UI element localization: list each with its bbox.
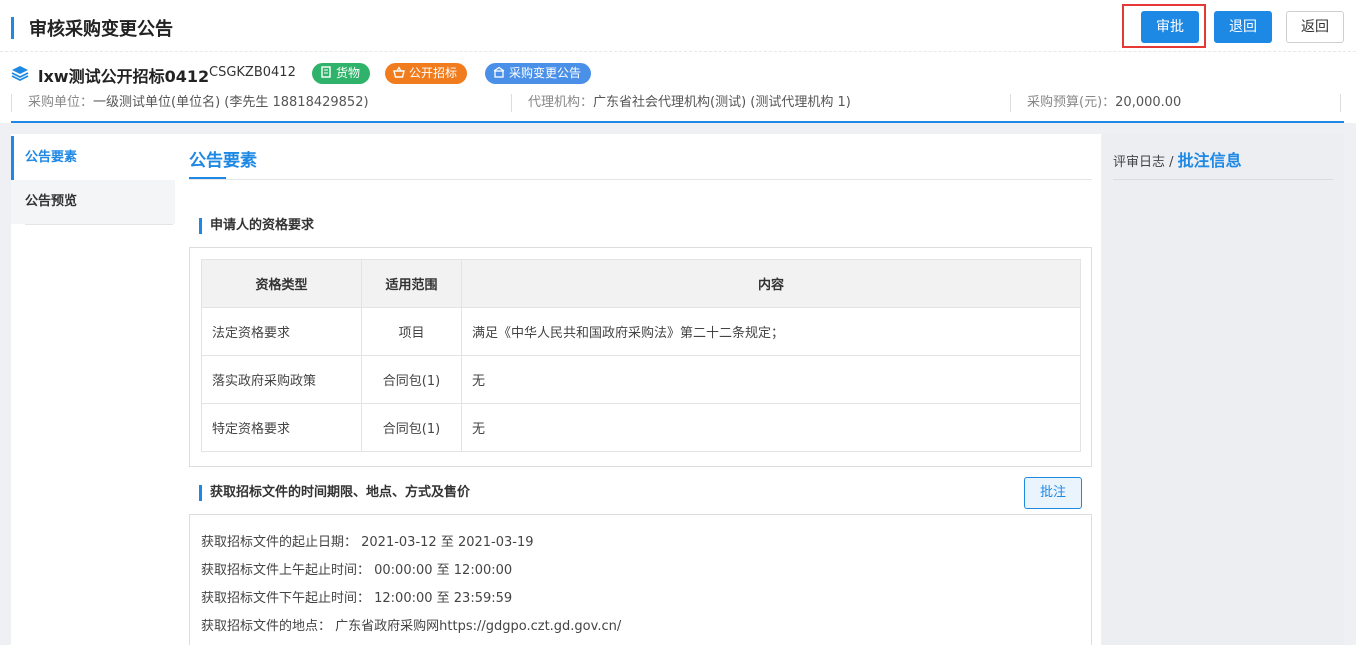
main-panel: 公告要素 申请人的资格要求 资格类型 适用范围 内容 法定资格要求 项目 满足《… [175, 134, 1101, 645]
budget-info: 采购预算(元)：20,000.00 [1010, 94, 1181, 112]
qualification-heading: 申请人的资格要求 [199, 218, 314, 234]
doc-morning-time: 获取招标文件上午起止时间： 00:00:00 至 12:00:00 [201, 563, 513, 578]
page-title: 审核采购变更公告 [29, 19, 173, 40]
annotate-button[interactable]: 批注 [1024, 477, 1082, 509]
right-panel: 评审日志 / 批注信息 [1102, 134, 1344, 645]
nav-item-elements[interactable]: 公告要素 [11, 136, 175, 180]
budget-value: 20,000.00 [1115, 95, 1182, 110]
table-row: 法定资格要求 项目 满足《中华人民共和国政府采购法》第二十二条规定； [201, 307, 1081, 356]
document-icon [321, 66, 331, 78]
doc-location: 获取招标文件的地点： 广东省政府采购网https://gdgpo.czt.gd.… [201, 619, 622, 634]
budget-label: 采购预算(元)： [1027, 95, 1116, 110]
nav-item-preview[interactable]: 公告预览 [11, 180, 175, 224]
tag-notice-type: 采购变更公告 [485, 63, 592, 84]
column-header: 内容 [461, 259, 1081, 308]
layers-icon [11, 66, 29, 81]
nav-divider [25, 224, 173, 225]
agent-value: 广东省社会代理机构(测试) (测试代理机构 1) [593, 95, 851, 110]
table-cell: 无 [461, 355, 1081, 404]
table-cell: 合同包(1) [361, 355, 462, 404]
table-cell: 落实政府采购政策 [201, 355, 362, 404]
buyer-label: 采购单位： [28, 95, 94, 110]
reject-button[interactable]: 退回 [1214, 11, 1272, 43]
doc-afternoon-time: 获取招标文件下午起止时间： 12:00:00 至 23:59:59 [201, 591, 513, 606]
tag-method: 公开招标 [385, 63, 468, 84]
doc-date-range: 获取招标文件的起止日期： 2021-03-12 至 2021-03-19 [201, 535, 534, 550]
document-acquisition-box: 获取招标文件的起止日期： 2021-03-12 至 2021-03-19 获取招… [189, 514, 1092, 645]
title-underline [189, 177, 226, 179]
document-acquisition-heading: 获取招标文件的时间期限、地点、方式及售价 [199, 485, 470, 501]
project-code: CSGKZB0412 [209, 65, 296, 80]
table-cell: 特定资格要求 [201, 403, 362, 452]
column-header: 资格类型 [201, 259, 362, 308]
table-row: 特定资格要求 合同包(1) 无 [201, 403, 1081, 452]
basket-icon [393, 66, 405, 78]
left-nav: 公告要素 公告预览 [11, 134, 175, 645]
buyer-info: 采购单位：一级测试单位(单位名) (李先生 18818429852) [11, 94, 369, 112]
project-summary: lxw测试公开招标0412 CSGKZB0412 货物 公开招标 采购变更公告 [0, 60, 1356, 88]
table-header-row: 资格类型 适用范围 内容 [201, 259, 1081, 308]
qualification-table-wrapper: 资格类型 适用范围 内容 法定资格要求 项目 满足《中华人民共和国政府采购法》第… [189, 247, 1092, 467]
back-button[interactable]: 返回 [1286, 11, 1344, 43]
table-cell: 满足《中华人民共和国政府采购法》第二十二条规定； [461, 307, 1081, 356]
section-title: 公告要素 [189, 151, 257, 171]
title-divider [189, 179, 1092, 180]
right-panel-divider [1113, 179, 1333, 180]
page-header: 审核采购变更公告 审批 退回 返回 [0, 0, 1356, 52]
approve-button[interactable]: 审批 [1141, 11, 1199, 43]
table-cell: 合同包(1) [361, 403, 462, 452]
tag-method-label: 公开招标 [409, 66, 458, 80]
table-cell: 法定资格要求 [201, 307, 362, 356]
qualification-table: 资格类型 适用范围 内容 法定资格要求 项目 满足《中华人民共和国政府采购法》第… [201, 259, 1081, 452]
tag-goods-label: 货物 [336, 66, 361, 80]
agent-info: 代理机构：广东省社会代理机构(测试) (测试代理机构 1) [511, 94, 851, 112]
annotation-info-tab[interactable]: 批注信息 [1178, 151, 1242, 170]
table-cell: 项目 [361, 307, 462, 356]
tag-goods: 货物 [312, 63, 371, 84]
tag-notice-type-label: 采购变更公告 [509, 66, 582, 80]
title-accent-bar [11, 17, 14, 39]
project-name: lxw测试公开招标0412 [38, 67, 210, 86]
project-info-row: 采购单位：一级测试单位(单位名) (李先生 18818429852) 代理机构：… [0, 92, 1356, 114]
buyer-value: 一级测试单位(单位名) (李先生 18818429852) [93, 95, 369, 110]
building-icon [493, 66, 505, 78]
right-panel-title: 评审日志 / 批注信息 [1113, 147, 1242, 171]
agent-label: 代理机构： [528, 95, 594, 110]
divider [1340, 94, 1341, 112]
table-row: 落实政府采购政策 合同包(1) 无 [201, 355, 1081, 404]
column-header: 适用范围 [361, 259, 462, 308]
review-log-tab[interactable]: 评审日志 / [1113, 155, 1178, 170]
table-cell: 无 [461, 403, 1081, 452]
